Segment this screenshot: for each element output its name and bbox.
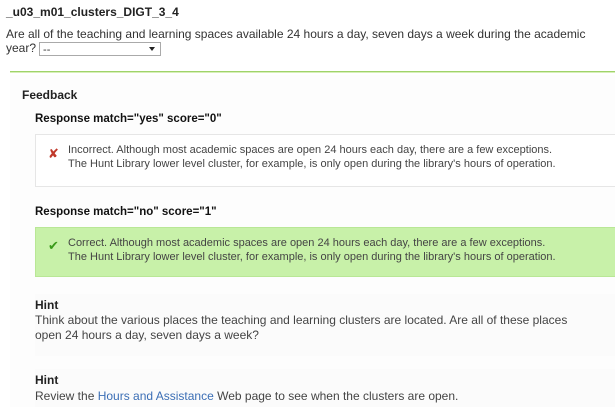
- page: _u03_m01_clusters_DIGT_3_4 Are all of th…: [0, 0, 615, 407]
- question-id-title: _u03_m01_clusters_DIGT_3_4: [6, 5, 179, 19]
- response-heading-yes: Response match="yes" score="0": [35, 113, 222, 125]
- response-message-line2: The Hunt Library lower level cluster, fo…: [68, 158, 556, 170]
- question-text-line2-row: year? --: [6, 41, 162, 56]
- hint-title: Hint: [35, 298, 59, 312]
- hint-text: Review the Hours and Assistance Web page…: [35, 389, 595, 404]
- hint-panel-2: Hint Review the Hours and Assistance Web…: [35, 369, 615, 407]
- divider: [10, 71, 615, 73]
- response-message-line2: The Hunt Library lower level cluster, fo…: [68, 251, 556, 263]
- chevron-down-icon: [149, 46, 156, 51]
- hint-text: Think about the various places the teach…: [35, 313, 568, 342]
- hint-text-after: Web page to see when the clusters are op…: [213, 389, 459, 403]
- response-feedback-correct: ✔ Correct. Although most academic spaces…: [35, 227, 615, 277]
- answer-select-value: --: [43, 43, 51, 56]
- cross-icon: ✘: [48, 146, 59, 161]
- feedback-heading: Feedback: [22, 88, 78, 102]
- response-feedback-incorrect: ✘ Incorrect. Although most academic spac…: [35, 134, 615, 187]
- check-icon: ✔: [48, 238, 59, 253]
- response-message: Incorrect. Although most academic spaces…: [68, 143, 556, 171]
- question-text-line2: year?: [6, 41, 37, 55]
- response-heading-no: Response match="no" score="1": [35, 206, 217, 218]
- hint-title: Hint: [35, 373, 59, 387]
- hint-text-before: Review the: [35, 389, 98, 403]
- hours-and-assistance-link[interactable]: Hours and Assistance: [98, 389, 214, 403]
- answer-select[interactable]: --: [39, 41, 162, 56]
- response-message-line1: Incorrect. Although most academic spaces…: [68, 144, 553, 156]
- response-message: Correct. Although most academic spaces a…: [68, 236, 556, 264]
- hint-panel-1: Hint Think about the various places the …: [35, 294, 615, 356]
- response-message-line1: Correct. Although most academic spaces a…: [68, 237, 546, 249]
- question-text: Are all of the teaching and learning spa…: [6, 27, 586, 41]
